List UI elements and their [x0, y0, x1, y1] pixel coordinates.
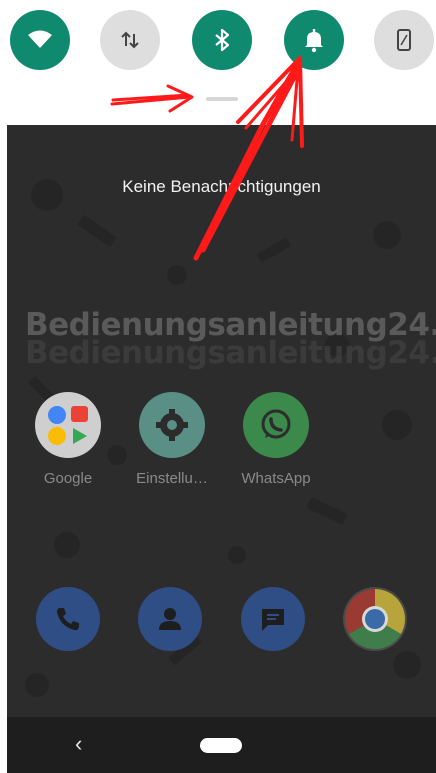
settings-gear-icon: [139, 392, 205, 458]
drag-handle[interactable]: [206, 97, 238, 101]
auto-rotate-tile[interactable]: [374, 10, 434, 70]
bell-icon: [305, 29, 323, 53]
google-folder-icon: [35, 392, 101, 458]
contacts-icon: [159, 608, 181, 630]
app-label-google: Google: [43, 470, 93, 487]
notification-shade: Keine Benachrichtigungen Bedienungsanlei…: [7, 125, 436, 773]
wifi-tile[interactable]: [10, 10, 70, 70]
app-whatsapp[interactable]: WhatsApp: [234, 392, 318, 487]
home-pill-icon[interactable]: [200, 738, 242, 753]
no-notifications-text: Keine Benachrichtigungen: [122, 177, 321, 196]
dock-contacts-icon[interactable]: [138, 587, 202, 651]
do-not-disturb-tile[interactable]: [284, 10, 344, 70]
app-google-folder[interactable]: Google: [26, 392, 110, 487]
navigation-bar: ‹: [7, 717, 436, 773]
watermark: Bedienungsanleitung24.de: [25, 307, 436, 343]
chrome-icon: [344, 589, 406, 650]
app-settings[interactable]: Einstellu…: [130, 392, 214, 487]
wifi-icon: [28, 30, 52, 48]
mobile-data-tile[interactable]: [100, 10, 160, 70]
bluetooth-tile[interactable]: [192, 10, 252, 70]
app-label-whatsapp: WhatsApp: [241, 470, 311, 487]
whatsapp-icon: [243, 392, 309, 458]
messages-icon: [262, 609, 284, 631]
dock-phone-icon[interactable]: [36, 587, 100, 651]
dock-chrome-icon[interactable]: [343, 587, 407, 651]
data-arrows-icon: [121, 31, 139, 49]
app-label-settings: Einstellu…: [136, 470, 208, 487]
quick-settings-panel: [0, 0, 436, 125]
rotate-phone-icon: [397, 29, 411, 51]
back-chevron-icon[interactable]: ‹: [75, 731, 82, 757]
bluetooth-icon: [215, 28, 230, 52]
dock-messages-icon[interactable]: [241, 587, 305, 651]
phone-icon: [57, 608, 79, 631]
